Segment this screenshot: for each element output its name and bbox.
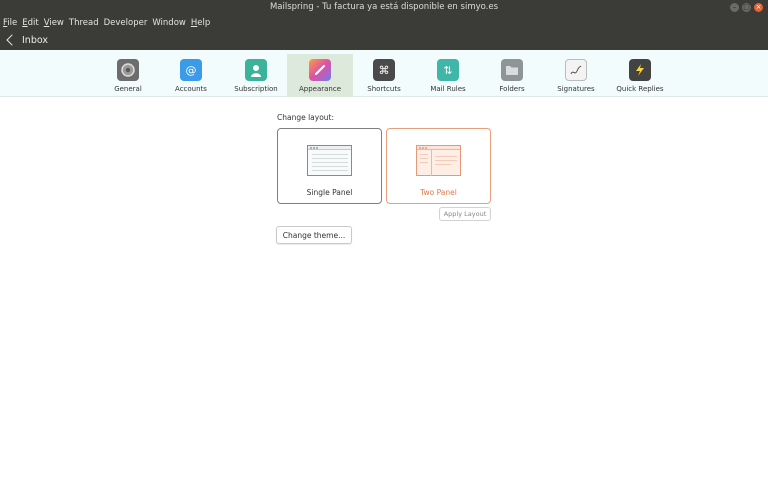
tab-label: Quick Replies bbox=[616, 85, 664, 93]
menu-view[interactable]: View bbox=[44, 18, 64, 28]
close-icon[interactable]: × bbox=[754, 3, 763, 12]
single-panel-preview bbox=[307, 145, 352, 176]
tab-label: Mail Rules bbox=[430, 85, 466, 93]
tab-label: Appearance bbox=[298, 85, 342, 93]
tab-label: Subscription bbox=[234, 85, 278, 93]
breadcrumb: Inbox bbox=[0, 30, 768, 50]
preferences-tabs: General @ Accounts Subscription Appearan… bbox=[0, 50, 768, 97]
gear-icon bbox=[117, 59, 139, 81]
quick-reply-icon bbox=[629, 59, 651, 81]
window-controls: – □ × bbox=[730, 3, 763, 12]
tab-label: Folders bbox=[499, 85, 525, 93]
chevron-left-icon[interactable] bbox=[6, 34, 18, 46]
apply-layout-button[interactable]: Apply Layout bbox=[439, 207, 491, 221]
tab-general[interactable]: General bbox=[95, 54, 161, 97]
tab-quick-replies[interactable]: Quick Replies bbox=[607, 54, 673, 97]
menu-file[interactable]: File bbox=[3, 18, 17, 28]
rules-icon: ⇅ bbox=[437, 59, 459, 81]
menu-thread[interactable]: Thread bbox=[69, 18, 99, 28]
two-panel-label: Two Panel bbox=[420, 188, 457, 197]
signature-icon bbox=[565, 59, 587, 81]
minimize-icon[interactable]: – bbox=[730, 3, 739, 12]
two-panel-option[interactable]: Two Panel bbox=[386, 128, 491, 204]
person-icon bbox=[245, 59, 267, 81]
tab-appearance[interactable]: Appearance bbox=[287, 54, 353, 97]
window-title-bar: Mailspring - Tu factura ya está disponib… bbox=[0, 0, 768, 15]
palette-icon bbox=[309, 59, 331, 81]
menu-help[interactable]: Help bbox=[191, 18, 210, 28]
menu-developer[interactable]: Developer bbox=[104, 18, 148, 28]
tab-mail-rules[interactable]: ⇅ Mail Rules bbox=[415, 54, 481, 97]
tab-label: Signatures bbox=[557, 85, 595, 93]
at-icon: @ bbox=[180, 59, 202, 81]
maximize-icon[interactable]: □ bbox=[742, 3, 751, 12]
single-panel-label: Single Panel bbox=[306, 188, 353, 197]
window-title: Mailspring - Tu factura ya está disponib… bbox=[269, 2, 499, 12]
tab-label: Shortcuts bbox=[367, 85, 401, 93]
change-theme-button[interactable]: Change theme... bbox=[276, 226, 352, 244]
tab-folders[interactable]: Folders bbox=[479, 54, 545, 97]
single-panel-option[interactable]: Single Panel bbox=[277, 128, 382, 204]
menu-bar: File Edit View Thread Developer Window H… bbox=[0, 15, 768, 30]
tab-accounts[interactable]: @ Accounts bbox=[158, 54, 224, 97]
tab-label: General bbox=[114, 85, 142, 93]
tab-subscription[interactable]: Subscription bbox=[223, 54, 289, 97]
tab-signatures[interactable]: Signatures bbox=[543, 54, 609, 97]
tab-shortcuts[interactable]: ⌘ Shortcuts bbox=[351, 54, 417, 97]
two-panel-preview bbox=[416, 145, 461, 176]
change-layout-label: Change layout: bbox=[277, 113, 335, 122]
back-to-inbox-link[interactable]: Inbox bbox=[22, 35, 48, 46]
menu-edit[interactable]: Edit bbox=[22, 18, 38, 28]
tab-label: Accounts bbox=[175, 85, 207, 93]
menu-window[interactable]: Window bbox=[152, 18, 186, 28]
command-icon: ⌘ bbox=[373, 59, 395, 81]
folder-icon bbox=[501, 59, 523, 81]
